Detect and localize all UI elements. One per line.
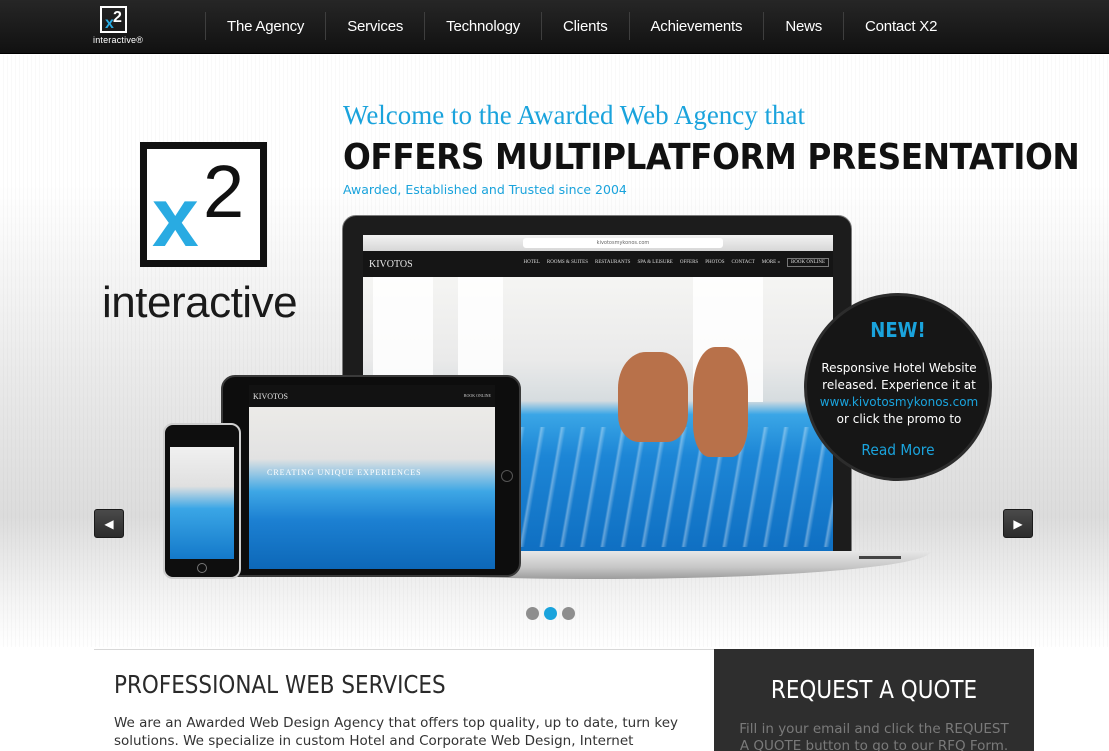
promo-text: Responsive Hotel Website released. Exper… — [813, 360, 985, 428]
request-quote-panel: REQUEST A QUOTE Fill in your email and c… — [714, 649, 1034, 751]
arrow-left-icon: ◀ — [104, 517, 114, 531]
hero-slider: x 2 interactive Welcome to the Awarded W… — [0, 55, 1109, 647]
browser-address-bar: kivotosmykonos.com — [523, 238, 723, 248]
tablet-screen: KIVOTOS BOOK ONLINE CREATING UNIQUE EXPE… — [249, 385, 495, 569]
mock-menu-item: SPA & LEISURE — [637, 260, 673, 265]
tablet-home-button — [501, 470, 513, 482]
new-promo-badge[interactable]: NEW! Responsive Hotel Website released. … — [804, 293, 992, 481]
person-shape — [618, 352, 688, 442]
large-logo-2-glyph: 2 — [203, 150, 245, 233]
promo-site-link[interactable]: www.kivotosmykonos.com — [820, 395, 978, 409]
mock-site-header: KIVOTOS HOTEL ROOMS & SUITES RESTAURANTS… — [363, 251, 833, 277]
nav-link-services[interactable]: Services — [326, 18, 424, 35]
phone-screen — [170, 447, 234, 559]
tablet-pool-photo: CREATING UNIQUE EXPERIENCES — [249, 407, 495, 569]
mock-site-menu: HOTEL ROOMS & SUITES RESTAURANTS SPA & L… — [523, 258, 829, 267]
tablet-overlay-text: CREATING UNIQUE EXPERIENCES — [267, 468, 422, 477]
mock-menu-item: RESTAURANTS — [595, 260, 631, 265]
arrow-right-icon: ▶ — [1013, 517, 1023, 531]
slider-dot-1[interactable] — [526, 607, 539, 620]
x2-logo[interactable]: x 2 interactive® — [93, 6, 143, 46]
services-heading: PROFESSIONAL WEB SERVICES — [114, 670, 446, 699]
tablet-mockup[interactable]: KIVOTOS BOOK ONLINE CREATING UNIQUE EXPE… — [221, 375, 521, 577]
large-logo-x-glyph: x — [152, 170, 199, 264]
phone-home-button — [197, 563, 207, 573]
phone-mockup[interactable] — [163, 423, 241, 579]
logo-2-glyph: 2 — [113, 9, 122, 26]
mock-menu-item: OFFERS — [679, 260, 699, 265]
large-logo-mark: x 2 — [140, 142, 267, 267]
promo-line-1: Responsive Hotel Website released. Exper… — [821, 361, 977, 392]
nav-link-contact[interactable]: Contact X2 — [844, 18, 958, 35]
x2-logo-mark: x 2 — [100, 6, 127, 33]
promo-new-label: NEW! — [870, 318, 926, 342]
services-description: We are an Awarded Web Design Agency that… — [114, 715, 678, 749]
logo-wordmark: interactive® — [93, 35, 144, 45]
person-shape — [693, 347, 748, 457]
curtain-shape — [458, 277, 503, 382]
slider-dot-2[interactable] — [544, 607, 557, 620]
tablet-site-menu: BOOK ONLINE — [463, 393, 491, 398]
large-logo-wordmark: interactive — [102, 278, 298, 327]
nav-item-news: News — [763, 12, 843, 40]
nav-link-agency[interactable]: The Agency — [206, 18, 325, 35]
hero-welcome-text: Welcome to the Awarded Web Agency that — [343, 100, 806, 130]
browser-toolbar: kivotosmykonos.com — [363, 235, 833, 251]
nav-link-technology[interactable]: Technology — [425, 18, 541, 35]
nav-item-agency: The Agency — [205, 12, 325, 40]
nav-item-technology: Technology — [424, 12, 541, 40]
nav-link-clients[interactable]: Clients — [542, 18, 628, 35]
mock-menu-item: HOTEL — [523, 260, 540, 265]
laptop-slot — [859, 556, 901, 559]
request-quote-description: Fill in your email and click the REQUEST… — [739, 721, 1009, 751]
mock-menu-item: PHOTOS — [705, 260, 725, 265]
slider-next-button[interactable]: ▶ — [1003, 509, 1033, 538]
main-menu: The Agency Services Technology Clients A… — [205, 12, 958, 40]
nav-link-achievements[interactable]: Achievements — [630, 18, 764, 35]
section-divider — [94, 649, 714, 650]
slider-prev-button[interactable]: ◀ — [94, 509, 124, 538]
nav-item-clients: Clients — [541, 12, 628, 40]
tablet-site-brand: KIVOTOS — [253, 392, 288, 401]
nav-item-achievements: Achievements — [628, 12, 764, 40]
x2-interactive-large-logo: x 2 interactive — [102, 142, 308, 332]
mock-site-brand: KIVOTOS — [369, 259, 413, 270]
tablet-site-header: KIVOTOS BOOK ONLINE — [249, 385, 495, 407]
request-quote-heading: REQUEST A QUOTE — [770, 675, 978, 704]
mock-menu-item: ROOMS & SUITES — [546, 260, 589, 265]
slider-dot-3[interactable] — [562, 607, 575, 620]
mock-book-online-button: BOOK ONLINE — [786, 258, 829, 267]
hero-headline: OFFERS MULTIPLATFORM PRESENTATION — [343, 137, 1080, 178]
nav-link-news[interactable]: News — [764, 18, 843, 35]
hero-tagline: Awarded, Established and Trusted since 2… — [343, 182, 627, 197]
top-navigation-bar: x 2 interactive® The Agency Services Tec… — [0, 0, 1109, 54]
slider-pagination — [526, 607, 575, 620]
nav-item-contact: Contact X2 — [843, 12, 958, 40]
mock-menu-item: CONTACT — [731, 260, 755, 265]
promo-read-more-link[interactable]: Read More — [814, 441, 981, 459]
promo-line-2: or click the promo to — [836, 412, 962, 426]
nav-item-services: Services — [325, 12, 424, 40]
mock-menu-item: MORE » — [761, 260, 780, 265]
